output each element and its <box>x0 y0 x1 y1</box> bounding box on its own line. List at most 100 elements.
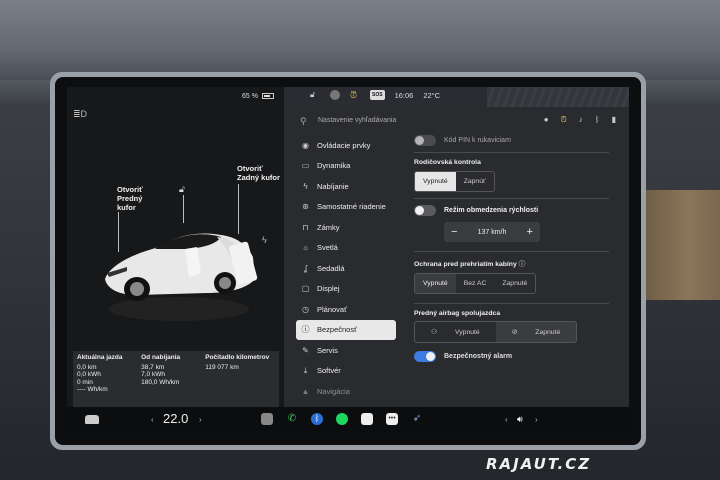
decrease-speed-button[interactable]: − <box>451 226 457 238</box>
car-panel: 65 % ≣D Otvoriť Predný kufor Otvoriť Zad… <box>67 87 284 407</box>
trip-since-charge-distance: 38,7 km <box>141 363 165 371</box>
dashboard-top <box>0 0 720 80</box>
screen-content: 65 % ≣D Otvoriť Predný kufor Otvoriť Zad… <box>67 87 629 435</box>
car-icon[interactable] <box>85 415 99 424</box>
trip-since-charge: Od nabíjania 38,7 km 7,0 kWh 180,0 Wh/km <box>141 354 199 404</box>
menu-item-locks[interactable]: ⊓ Zámky <box>296 217 396 238</box>
toggle-icon: ◉ <box>302 140 309 150</box>
pin-to-glovebox-toggle[interactable] <box>414 135 436 146</box>
menu-item-label: Zámky <box>317 222 340 232</box>
trip-odometer-value: 119 077 km <box>205 363 239 371</box>
speed-limit-value: 137 km/h <box>477 228 507 236</box>
more-apps-icon[interactable]: ••• <box>386 413 398 425</box>
trip-odometer: Počítadlo kilometrov 119 077 km <box>205 354 275 404</box>
temp-up-arrow[interactable]: › <box>199 415 202 424</box>
menu-item-seats[interactable]: ʆ Sedadlá <box>296 258 396 279</box>
menu-item-dynamics[interactable]: ▭ Dynamika <box>296 156 396 177</box>
trip-odometer-header: Počítadlo kilometrov <box>205 354 270 361</box>
cabin-temperature[interactable]: 22.0 <box>163 411 188 426</box>
menu-item-label: Ovládacie prvky <box>317 140 371 150</box>
trip-current-header: Aktuálna jazda <box>77 354 123 361</box>
menu-item-controls[interactable]: ◉ Ovládacie prvky <box>296 135 396 156</box>
menu-item-display[interactable]: ▢ Displej <box>296 279 396 300</box>
bluetooth-icon[interactable]: ᛒ <box>595 115 600 125</box>
settings-search[interactable]: ⚲ Nastavenie vyhľadávania ● ⏰︎ ♪ ᛒ ▮ <box>296 113 616 131</box>
airbag-off-option[interactable]: ⚇ Vypnuté <box>415 322 496 342</box>
settings-menu: ◉ Ovládacie prvky ▭ Dynamika ϟ Nabíjanie ⊛ S… <box>296 135 396 402</box>
increase-speed-button[interactable]: + <box>527 226 533 238</box>
lock-icon: ⊓ <box>302 222 309 232</box>
alarm-clock-icon[interactable]: ⏰︎ <box>350 90 360 100</box>
seat-icon: ʆ <box>304 263 307 273</box>
open-frunk-button[interactable]: Otvoriť Predný kufor <box>117 185 143 212</box>
cabin-on-option[interactable]: Zapnuté <box>494 274 535 293</box>
trip-current-distance: 0,0 km <box>77 363 97 371</box>
clock-icon: ◷ <box>302 304 309 314</box>
volume-icon[interactable]: 🔊︎ <box>517 414 523 425</box>
profile-icon[interactable] <box>330 90 340 100</box>
car-icon: ▭ <box>301 161 310 171</box>
cabin-overheat-title: Ochrana pred prehriatím kabíny ⓘ <box>414 258 609 268</box>
menu-item-schedule[interactable]: ◷ Plánovať <box>296 299 396 320</box>
speed-limit-stepper: − 137 km/h + <box>444 222 540 242</box>
watermark: RAJAUT.CZ <box>486 455 592 473</box>
volume-down-arrow[interactable]: ‹ <box>505 415 508 424</box>
speed-limit-toggle[interactable] <box>414 205 436 216</box>
parental-controls-selector: Vypnuté Zapnúť <box>414 171 495 192</box>
menu-item-label: Servis <box>317 345 338 355</box>
wrench-icon: ✎ <box>302 345 309 355</box>
app-launcher: ✆ ᛒ ••• ➶ <box>261 413 423 425</box>
headlight-icon[interactable]: ≣D <box>73 109 87 119</box>
cabin-no-ac-option[interactable]: Bez AC <box>456 274 495 293</box>
airbag-selector: ⚇ Vypnuté ⊘ Zapnuté <box>414 321 578 343</box>
open-trunk-button[interactable]: Otvoriť Zadný kufor <box>237 164 280 182</box>
info-icon[interactable]: ⓘ <box>519 261 526 268</box>
calendar-icon[interactable] <box>361 413 373 425</box>
bluetooth-icon[interactable]: ᛒ <box>311 413 323 425</box>
cabin-off-option[interactable]: Vypnuté <box>415 274 456 293</box>
speed-limit-label: Režim obmedzenia rýchlosti <box>444 207 539 214</box>
airbag-on-option[interactable]: ⊘ Zapnuté <box>495 322 577 342</box>
volume-up-arrow[interactable]: › <box>535 415 538 424</box>
alarm-clock-icon[interactable]: ⏰︎ <box>561 115 567 125</box>
menu-item-service[interactable]: ✎ Servis <box>296 340 396 361</box>
navigation-app-icon[interactable]: ➶ <box>411 413 423 425</box>
photo-background: 65 % ≣D Otvoriť Predný kufor Otvoriť Zad… <box>0 0 720 480</box>
pin-to-glovebox-row: Kód PIN k rukaviciam <box>414 135 609 146</box>
menu-item-charging[interactable]: ϟ Nabíjanie <box>296 176 396 197</box>
safety-settings: Kód PIN k rukaviciam Rodičovská kontrola… <box>414 135 609 407</box>
charge-port-icon[interactable]: ϟ <box>262 235 267 245</box>
menu-item-label: Navigácia <box>317 386 350 396</box>
trip-since-charge-consumption: 180,0 Wh/km <box>141 378 180 386</box>
menu-item-software[interactable]: ⤓ Softvér <box>296 361 396 382</box>
menu-item-label: Svetlá <box>317 243 338 253</box>
menu-item-autopilot[interactable]: ⊛ Samostatné riadenie <box>296 197 396 218</box>
temp-down-arrow[interactable]: ‹ <box>151 415 154 424</box>
security-alarm-label: Bezpečnostný alarm <box>444 353 513 360</box>
menu-item-safety[interactable]: ⓘ Bezpečnosť <box>296 319 396 340</box>
lock-status-icon[interactable]: 🔓︎ <box>310 90 320 100</box>
profile-icon[interactable]: ● <box>544 115 549 125</box>
bell-icon[interactable]: ♪ <box>579 115 583 125</box>
search-input[interactable]: Nastavenie vyhľadávania <box>318 117 396 124</box>
spotify-icon[interactable] <box>336 413 348 425</box>
menu-item-lights[interactable]: ☼ Svetlá <box>296 238 396 259</box>
pin-to-glovebox-label: Kód PIN k rukaviciam <box>444 137 511 144</box>
bottom-dock: ‹ 22.0 › ✆ ᛒ ••• ➶ ‹ 🔊︎ › <box>67 407 629 435</box>
divider <box>414 198 609 199</box>
menu-item-label: Nabíjanie <box>317 181 349 191</box>
unlock-icon[interactable]: 🔓︎ <box>179 184 187 194</box>
menu-item-navigation[interactable]: ▲ Navigácia <box>296 381 396 402</box>
phone-icon[interactable]: ✆ <box>286 413 298 425</box>
search-icon: ⚲ <box>300 116 307 126</box>
clock-time: 16:06 <box>394 90 414 100</box>
bolt-icon: ϟ <box>303 181 308 191</box>
download-icon: ⤓ <box>303 365 308 375</box>
map-preview[interactable] <box>487 87 629 107</box>
parental-off-option[interactable]: Vypnuté <box>415 172 456 191</box>
seat-heater-icon[interactable] <box>261 413 273 425</box>
security-alarm-toggle[interactable] <box>414 351 436 362</box>
sos-icon[interactable]: SOS <box>370 90 385 100</box>
trip-current-energy: 0,0 kWh <box>77 371 101 378</box>
parental-on-option[interactable]: Zapnúť <box>456 172 494 191</box>
